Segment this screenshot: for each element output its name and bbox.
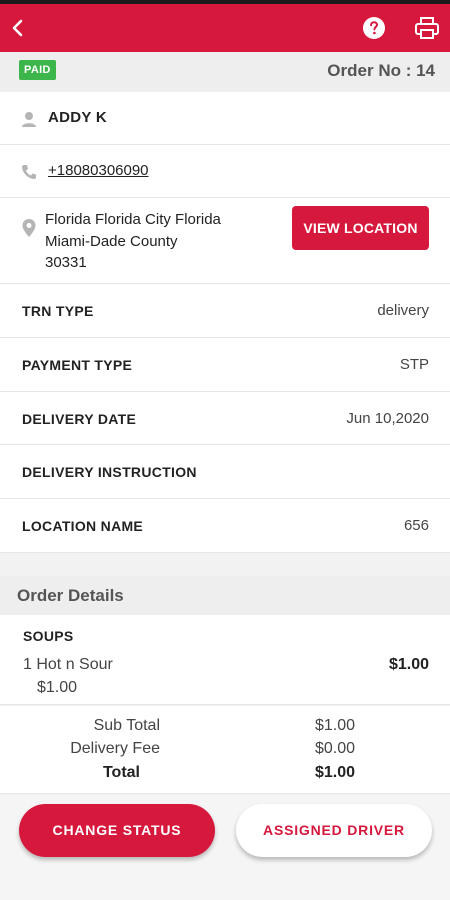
total-value: $1.00	[314, 764, 355, 781]
detail-label: PAYMENT TYPE	[22, 357, 133, 373]
paid-badge: PAID	[19, 60, 56, 80]
detail-value: STP	[399, 356, 429, 373]
customer-phone-row[interactable]: +18080306090	[0, 145, 450, 198]
item-category: SOUPS	[23, 628, 74, 644]
item-total: $1.00	[388, 656, 429, 673]
item-name: 1 Hot n Sour	[23, 656, 113, 673]
detail-row-delivery-instruction: DELIVERY INSTRUCTION	[0, 445, 450, 499]
order-details-section-header: Order Details	[0, 576, 450, 615]
person-icon	[22, 112, 36, 127]
view-location-button[interactable]: VIEW LOCATION	[292, 206, 429, 250]
address-line-3: 30331	[45, 254, 87, 271]
help-circle-icon[interactable]	[362, 16, 386, 40]
detail-label: LOCATION NAME	[22, 518, 144, 534]
item-unit-price: $1.00	[37, 679, 78, 696]
change-status-button[interactable]: CHANGE STATUS	[19, 804, 215, 857]
action-footer: CHANGE STATUS ASSIGNED DRIVER	[0, 795, 450, 900]
order-header: PAID Order No : 14	[0, 52, 450, 92]
customer-name: ADDY K	[48, 109, 108, 126]
subtotal-label: Sub Total	[93, 717, 160, 734]
order-number: Order No : 14	[327, 61, 435, 80]
subtotal-value: $1.00	[314, 717, 355, 734]
total-label: Total	[102, 764, 140, 781]
delivery-fee-label: Delivery Fee	[70, 740, 160, 757]
detail-row-payment-type: PAYMENT TYPE STP	[0, 338, 450, 392]
detail-value: delivery	[377, 302, 429, 319]
section-title: Order Details	[17, 586, 124, 605]
customer-address-row: Florida Florida City Florida Miami-Dade …	[0, 198, 450, 284]
detail-label: DELIVERY DATE	[22, 411, 137, 427]
detail-row-delivery-date: DELIVERY DATE Jun 10,2020	[0, 392, 450, 445]
detail-label: DELIVERY INSTRUCTION	[22, 464, 197, 480]
customer-name-row: ADDY K	[0, 92, 450, 145]
phone-icon	[22, 165, 36, 179]
detail-value: Jun 10,2020	[346, 410, 429, 427]
order-totals: Sub Total $1.00 Delivery Fee $0.00 Total…	[0, 706, 450, 794]
address-line-2: Miami-Dade County	[45, 232, 178, 250]
order-items: SOUPS 1 Hot n Sour $1.00 $1.00	[0, 615, 450, 705]
detail-value: 656	[403, 517, 429, 534]
location-pin-icon	[22, 219, 36, 237]
assigned-driver-button[interactable]: ASSIGNED DRIVER	[236, 804, 432, 857]
customer-address: Florida Florida City Florida Miami-Dade …	[45, 209, 221, 274]
address-line-1: Florida Florida City Florida	[45, 211, 221, 228]
delivery-fee-value: $0.00	[314, 740, 355, 757]
detail-label: TRN TYPE	[22, 303, 94, 319]
customer-phone-link[interactable]: +18080306090	[48, 162, 149, 179]
printer-icon[interactable]	[414, 16, 440, 40]
detail-row-location-name: LOCATION NAME 656	[0, 499, 450, 553]
app-bar	[0, 4, 450, 52]
chevron-left-icon[interactable]	[4, 14, 32, 42]
detail-row-trn-type: TRN TYPE delivery	[0, 284, 450, 338]
